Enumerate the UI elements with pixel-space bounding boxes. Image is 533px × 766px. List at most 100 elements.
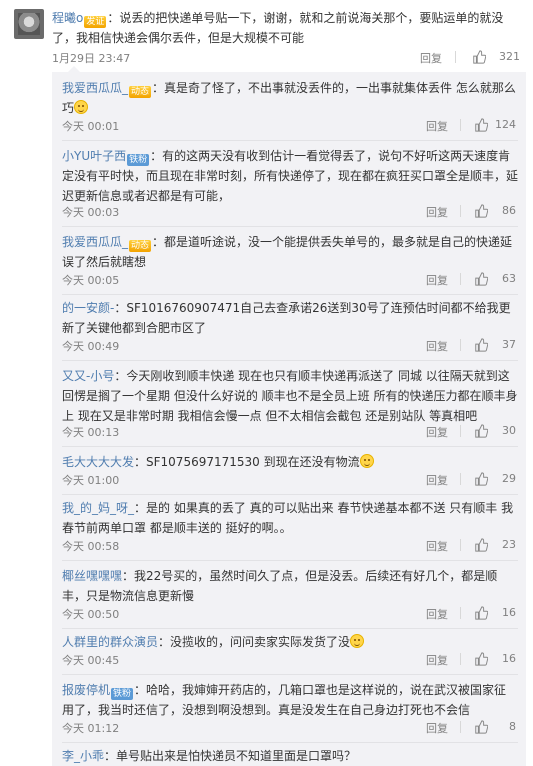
reply-body: ：SF1016760907471自己去查承诺26送到30号了连预估时间都不给我更… — [62, 301, 511, 335]
reply-button[interactable]: 回复 — [426, 118, 448, 134]
reply-item: 又又-小号：今天刚收到顺丰快递 现在也只有顺丰快递再派送了 同城 以往隔天就到这… — [62, 366, 518, 439]
like-count: 16 — [502, 606, 516, 619]
username-link[interactable]: 我爱西瓜瓜_ — [62, 81, 128, 95]
reply-button[interactable]: 回复 — [420, 50, 442, 66]
divider — [62, 494, 518, 495]
username-link[interactable]: 毛大大大大发 — [62, 455, 134, 469]
reply-button[interactable]: 回复 — [426, 652, 448, 668]
reply-body: ：没揽收的，问问卖家实际发货了没 — [158, 635, 351, 649]
reply-button[interactable]: 回复 — [426, 424, 448, 440]
comment-meta: 1月29日 23:47 回复 321 — [52, 50, 522, 66]
reply-item: 的一安颜-：SF1016760907471自己去查承诺26送到30号了连预估时间… — [62, 298, 518, 353]
action-divider — [460, 425, 461, 437]
reply-button[interactable]: 回复 — [426, 538, 448, 554]
divider — [62, 446, 518, 447]
like-icon[interactable] — [474, 472, 488, 486]
like-count: 16 — [502, 652, 516, 665]
action-divider — [460, 205, 461, 217]
member-badge: 发证 — [84, 16, 107, 28]
member-badge: 动态 — [129, 86, 152, 98]
avatar[interactable] — [14, 9, 44, 39]
reply-item: 椰丝嘿嘿嘿：我22号买的，虽然时间久了点，但是没丢。后续还有好几个，都是顺丰，只… — [62, 566, 518, 621]
member-badge: 动态 — [129, 240, 152, 252]
username-link[interactable]: 我爱西瓜瓜_ — [62, 235, 128, 249]
reply-meta: 今天 01:00 回复 29 — [62, 472, 518, 490]
reply-body: ：SF1075697171530 到现在还没有物流 — [134, 455, 360, 469]
like-icon[interactable] — [474, 118, 488, 132]
timestamp: 今天 01:12 — [62, 722, 120, 735]
reply-text: 我爱西瓜瓜_ 动态 ：真是奇了怪了，不出事就没丢件的，一出事就集体丢件 怎么就那么巧 — [62, 78, 518, 118]
like-icon[interactable] — [474, 338, 488, 352]
reply-text: 人群里的群众演员：没揽收的，问问卖家实际发货了没 — [62, 632, 518, 652]
reply-item: 李_小乖：单号贴出来是怕快递员不知道里面是口罩吗？ — [62, 746, 518, 766]
reply-meta: 今天 00:45 回复 16 — [62, 652, 518, 670]
like-count: 124 — [495, 118, 516, 131]
username-link[interactable]: 人群里的群众演员 — [62, 635, 158, 649]
comment-body: ：说丢的把快递单号贴一下，谢谢，就和之前说海关那个，要贴运单的就没了，我相信快递… — [52, 11, 504, 45]
divider — [62, 360, 518, 361]
timestamp: 今天 00:03 — [62, 206, 120, 219]
like-count: 63 — [502, 272, 516, 285]
reply-meta: 今天 00:01 回复 124 — [62, 118, 518, 136]
username-link[interactable]: 报废停机 — [62, 683, 110, 697]
reply-text: 李_小乖：单号贴出来是怕快递员不知道里面是口罩吗？ — [62, 746, 518, 766]
like-icon[interactable] — [474, 424, 488, 438]
action-divider — [460, 339, 461, 351]
divider — [62, 226, 518, 227]
timestamp: 今天 01:00 — [62, 474, 120, 487]
divider — [62, 560, 518, 561]
like-count: 8 — [509, 720, 516, 733]
like-count: 29 — [502, 472, 516, 485]
reply-text: 报废停机 铁粉 ：哈哈，我婶婶开药店的，几箱口罩也是这样说的，说在武汉被国家征用了，… — [62, 680, 518, 720]
like-icon[interactable] — [472, 50, 486, 64]
reply-button[interactable]: 回复 — [426, 606, 448, 622]
username-link[interactable]: 小YU叶子西 — [62, 149, 126, 163]
reply-item: 我_的_妈_呀_：是的 如果真的丢了 真的可以贴出来 春节快递基本都不送 只有顺… — [62, 498, 518, 553]
username-link[interactable]: 又又-小号 — [62, 369, 114, 383]
username-link[interactable]: 我_的_妈_呀_ — [62, 501, 134, 515]
smile-emoji-icon — [350, 634, 365, 648]
like-icon[interactable] — [474, 204, 488, 218]
like-icon[interactable] — [474, 272, 488, 286]
timestamp: 今天 00:13 — [62, 426, 120, 439]
username-link[interactable]: 的一安颜- — [62, 301, 114, 315]
like-count: 30 — [502, 424, 516, 437]
smile-emoji-icon — [359, 454, 374, 468]
like-count: 86 — [502, 204, 516, 217]
smile-emoji-icon — [74, 100, 89, 114]
action-divider — [460, 607, 461, 619]
divider — [62, 294, 518, 295]
main-comment: 程曦o 发证 ：说丢的把快递单号贴一下，谢谢，就和之前说海关那个，要贴运单的就没了，… — [0, 0, 533, 72]
divider — [62, 628, 518, 629]
reply-text: 又又-小号：今天刚收到顺丰快递 现在也只有顺丰快递再派送了 同城 以往隔天就到这… — [62, 366, 518, 426]
timestamp: 今天 00:01 — [62, 120, 120, 133]
reply-item: 报废停机 铁粉 ：哈哈，我婶婶开药店的，几箱口罩也是这样说的，说在武汉被国家征用了，… — [62, 680, 518, 735]
reply-button[interactable]: 回复 — [426, 720, 448, 736]
like-count: 23 — [502, 538, 516, 551]
username-link[interactable]: 椰丝嘿嘿嘿 — [62, 569, 122, 583]
username-link[interactable]: 程曦o — [52, 11, 83, 25]
timestamp: 今天 00:05 — [62, 274, 120, 287]
reply-button[interactable]: 回复 — [426, 472, 448, 488]
like-icon[interactable] — [474, 606, 488, 620]
fan-badge: 铁粉 — [111, 688, 134, 700]
reply-text: 小YU叶子西 铁粉 ：有的这两天没有收到估计一看觉得丢了，说句不好听这两天速度肯定没… — [62, 146, 518, 206]
timestamp: 1月29日 23:47 — [52, 52, 131, 65]
reply-item: 毛大大大大发：SF1075697171530 到现在还没有物流今天 01:00 回… — [62, 452, 518, 487]
like-icon[interactable] — [474, 652, 488, 666]
reply-item: 我爱西瓜瓜_ 动态 ：都是道听途说，没一个能提供丢失单号的，最多就是自己的快递延误了… — [62, 232, 518, 287]
action-divider — [460, 119, 461, 131]
like-icon[interactable] — [474, 720, 488, 734]
reply-button[interactable]: 回复 — [426, 338, 448, 354]
reply-meta: 今天 00:05 回复 63 — [62, 272, 518, 290]
reply-meta: 今天 01:12 回复 8 — [62, 720, 518, 738]
reply-button[interactable]: 回复 — [426, 204, 448, 220]
action-divider — [460, 473, 461, 485]
reply-button[interactable]: 回复 — [426, 272, 448, 288]
action-divider — [460, 539, 461, 551]
timestamp: 今天 00:49 — [62, 340, 120, 353]
like-count: 37 — [502, 338, 516, 351]
like-icon[interactable] — [474, 538, 488, 552]
action-divider — [460, 721, 461, 733]
username-link[interactable]: 李_小乖 — [62, 749, 104, 763]
